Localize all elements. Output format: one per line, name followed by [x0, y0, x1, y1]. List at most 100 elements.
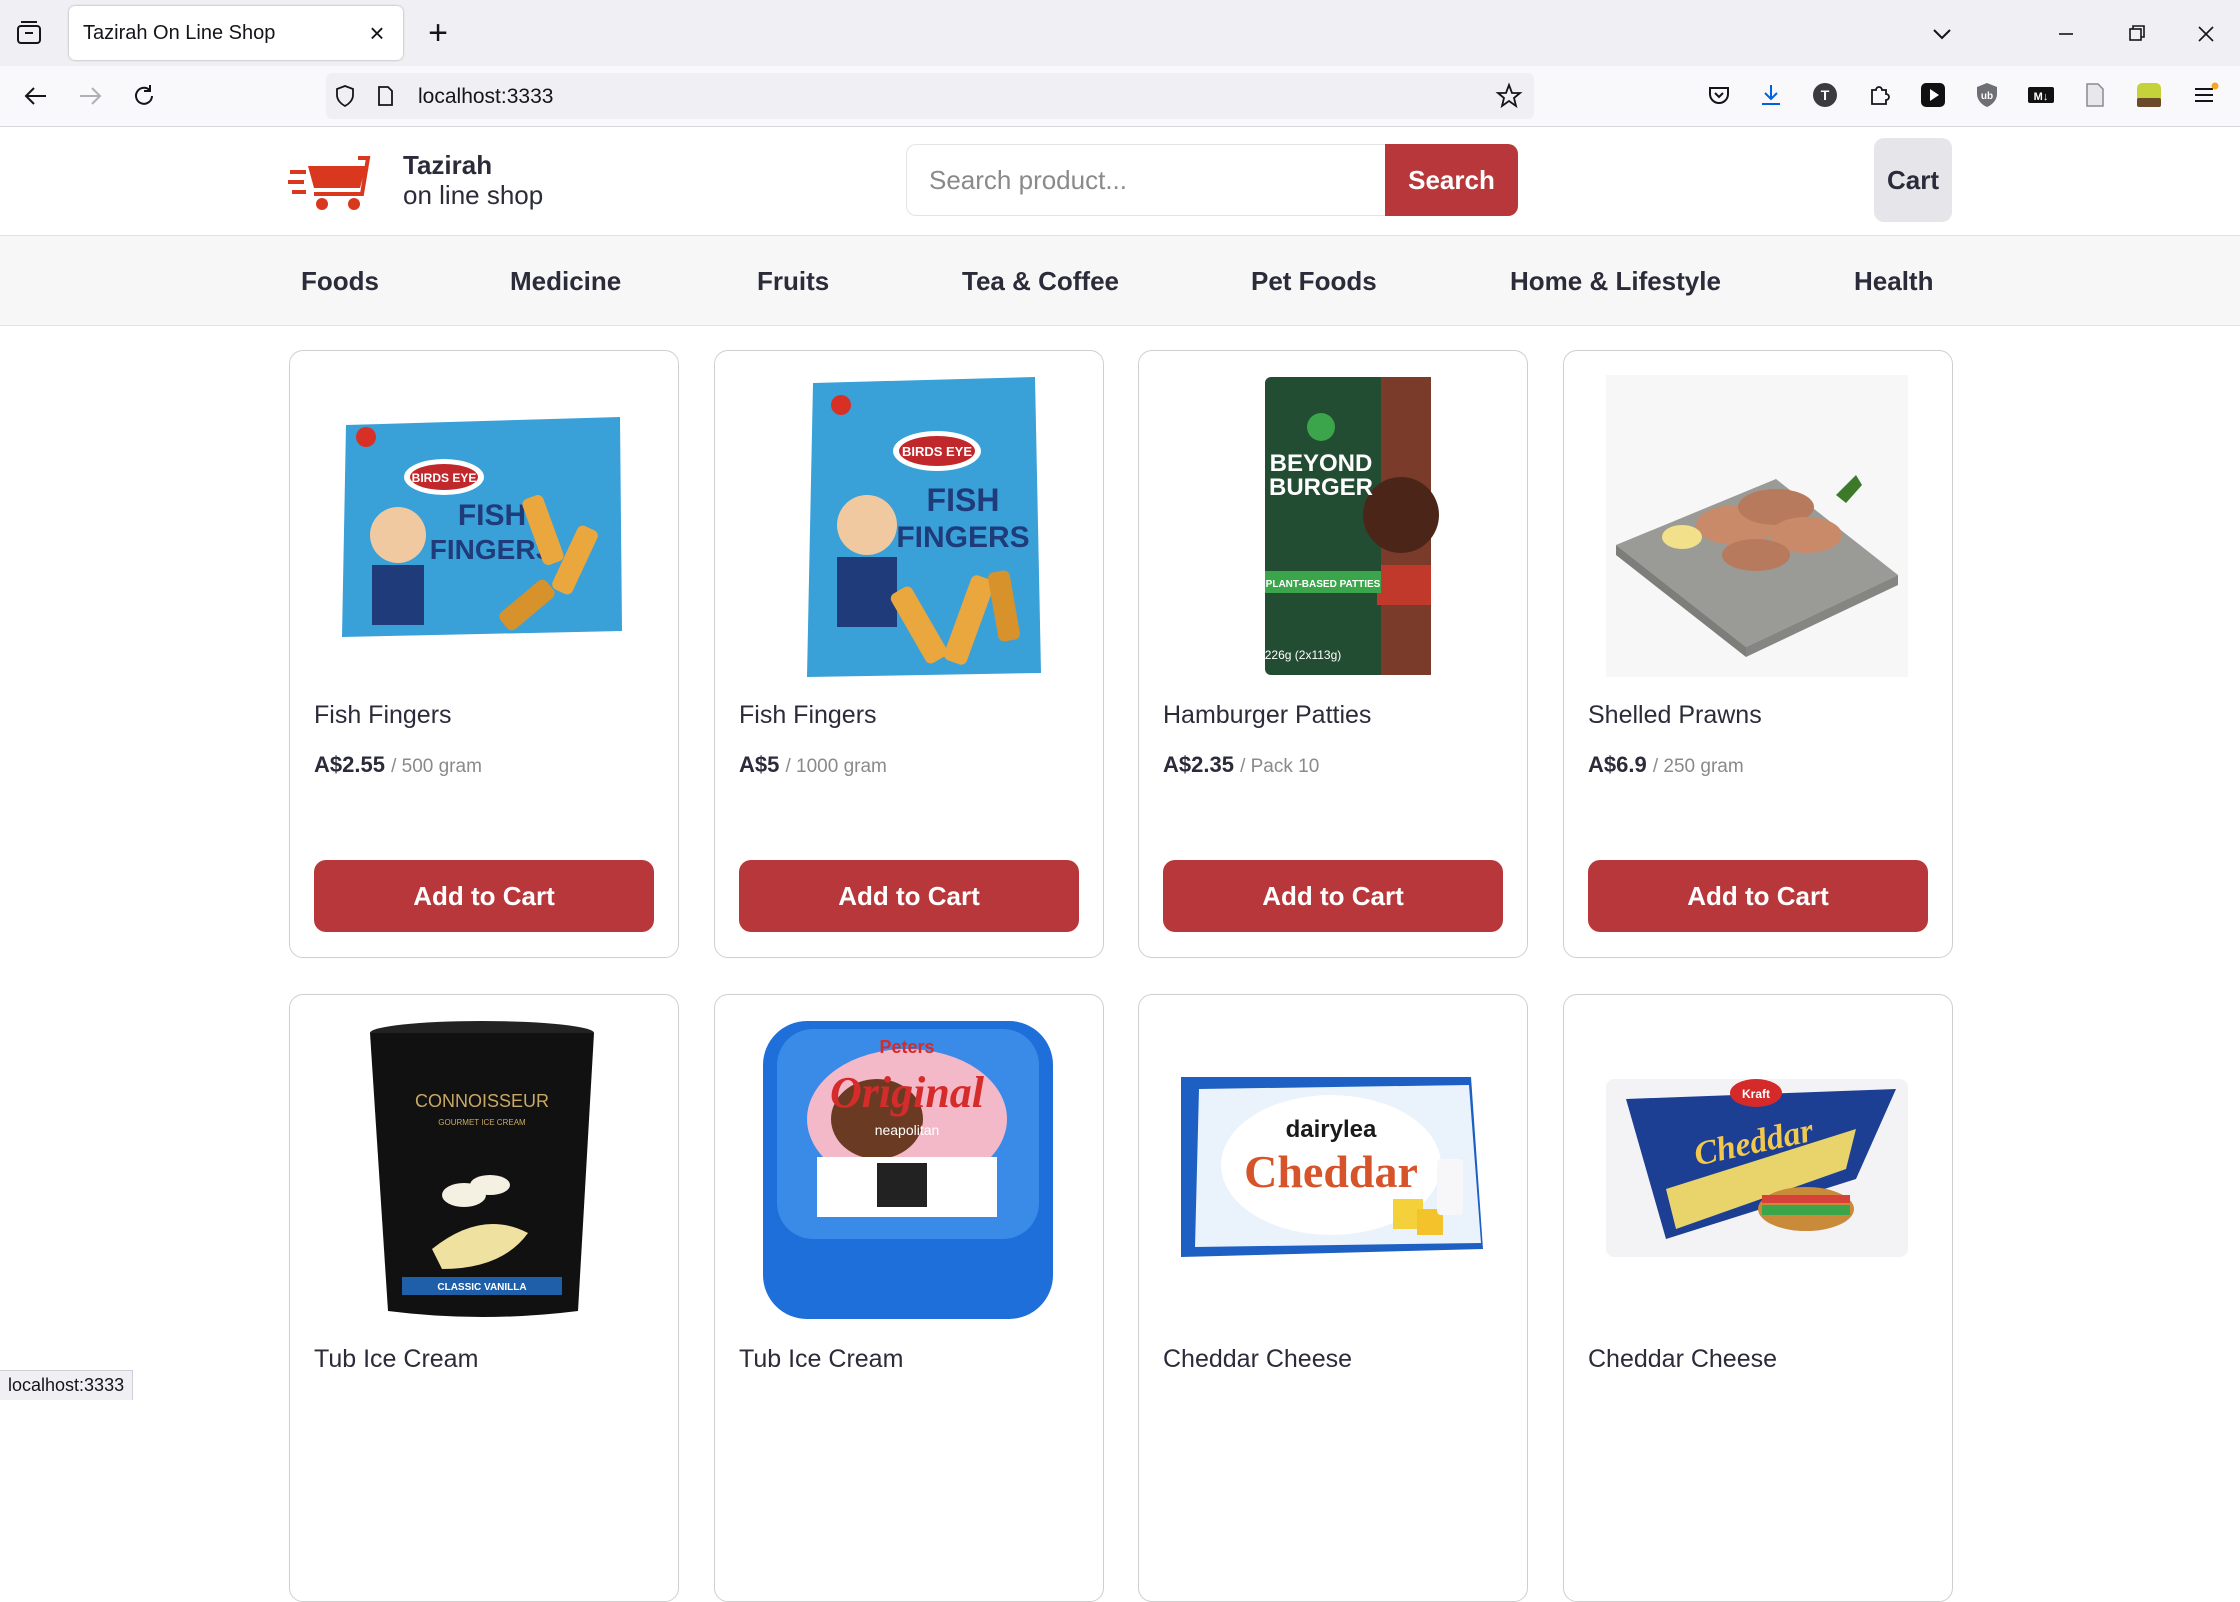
product-price: A$6.9 / 250 gram: [1588, 752, 1744, 778]
product-name[interactable]: Tub Ice Cream: [739, 1345, 903, 1374]
svg-text:Peters: Peters: [879, 1037, 934, 1057]
tab-overflow-chevron-icon[interactable]: [1922, 14, 1962, 54]
category-tea-coffee[interactable]: Tea & Coffee: [962, 266, 1119, 297]
svg-text:neapolitan: neapolitan: [875, 1122, 940, 1138]
category-health[interactable]: Health: [1854, 266, 1933, 297]
category-home-lifestyle[interactable]: Home & Lifestyle: [1510, 266, 1721, 297]
price-value: A$2.55: [314, 752, 385, 777]
svg-text:M↓: M↓: [2034, 91, 2049, 103]
product-card: BIRDS EYE FISH FINGERS Fish Fingers A$2.…: [289, 350, 679, 958]
browser-nav-bar: localhost:3333 T ub M↓: [0, 66, 2240, 127]
ublock-icon[interactable]: ub: [1972, 80, 2002, 110]
web-page: Tazirah on line shop Search Cart Foods M…: [0, 128, 2240, 1602]
price-unit: / 500 gram: [391, 756, 482, 777]
product-price: A$2.55 / 500 gram: [314, 752, 482, 778]
svg-text:FINGERS: FINGERS: [896, 521, 1029, 554]
shield-icon[interactable]: [332, 83, 358, 109]
brand-tagline: on line shop: [403, 180, 544, 210]
url-bar[interactable]: localhost:3333: [326, 73, 1534, 119]
svg-text:ub: ub: [1981, 91, 1993, 102]
restore-icon[interactable]: [2116, 14, 2156, 54]
price-unit: / 1000 gram: [785, 756, 887, 777]
add-to-cart-button[interactable]: Add to Cart: [1163, 860, 1503, 932]
add-to-cart-button[interactable]: Add to Cart: [1588, 860, 1928, 932]
reader-icon[interactable]: [2080, 80, 2110, 110]
reload-icon[interactable]: [124, 76, 164, 116]
svg-text:Kraft: Kraft: [1742, 1087, 1770, 1101]
ice-cream-tub-black-icon[interactable]: CONNOISSEUR GOURMET ICE CREAM CLASSIC VA…: [332, 1019, 634, 1321]
active-tab[interactable]: Tazirah On Line Shop ×: [69, 6, 403, 60]
price-unit: / Pack 10: [1240, 756, 1320, 777]
shopping-cart-logo-icon[interactable]: [288, 152, 380, 214]
svg-text:226g (2x113g): 226g (2x113g): [1265, 648, 1342, 662]
svg-text:dairylea: dairylea: [1286, 1116, 1377, 1143]
play-extension-icon[interactable]: [1918, 80, 1948, 110]
category-fruits[interactable]: Fruits: [757, 266, 829, 297]
bookmark-star-icon[interactable]: [1494, 81, 1524, 111]
search-button[interactable]: Search: [1385, 144, 1518, 216]
profile-avatar-icon[interactable]: [2134, 80, 2164, 110]
svg-text:GOURMET ICE CREAM: GOURMET ICE CREAM: [438, 1118, 526, 1127]
site-header: Tazirah on line shop Search Cart: [0, 128, 2240, 236]
svg-text:BEYOND: BEYOND: [1270, 450, 1373, 477]
svg-text:FISH: FISH: [458, 499, 526, 532]
markdown-icon[interactable]: M↓: [2026, 80, 2056, 110]
svg-text:Original: Original: [830, 1068, 985, 1117]
url-text: localhost:3333: [418, 85, 554, 108]
product-price: A$2.35 / Pack 10: [1163, 752, 1319, 778]
svg-text:T: T: [1821, 87, 1830, 103]
svg-text:BIRDS EYE: BIRDS EYE: [902, 444, 972, 459]
category-nav: Foods Medicine Fruits Tea & Coffee Pet F…: [0, 236, 2240, 326]
price-value: A$5: [739, 752, 780, 777]
forward-icon[interactable]: [70, 76, 110, 116]
product-card: BEYOND BURGER PLANT-BASED PATTIES 226g (…: [1138, 350, 1528, 958]
minimize-icon[interactable]: [2046, 14, 2086, 54]
downloads-icon[interactable]: [1756, 80, 1786, 110]
burger-patties-pack-icon[interactable]: BEYOND BURGER PLANT-BASED PATTIES 226g (…: [1181, 375, 1483, 677]
extensions-puzzle-icon[interactable]: [1864, 80, 1894, 110]
extension-t-icon[interactable]: T: [1810, 80, 1840, 110]
app-menu-icon[interactable]: [2190, 80, 2220, 110]
brand-name: Tazirah: [403, 150, 493, 180]
browser-tab-bar: Tazirah On Line Shop × +: [0, 0, 2240, 66]
product-card: dairylea Cheddar Cheddar Cheese: [1138, 994, 1528, 1602]
category-foods[interactable]: Foods: [301, 266, 379, 297]
product-name[interactable]: Cheddar Cheese: [1588, 1345, 1777, 1374]
tab-close-icon[interactable]: ×: [363, 19, 391, 47]
product-card: Shelled Prawns A$6.9 / 250 gram Add to C…: [1563, 350, 1953, 958]
product-name[interactable]: Fish Fingers: [739, 701, 877, 730]
cheddar-slices-icon[interactable]: Kraft Cheddar: [1606, 1019, 1908, 1321]
close-window-icon[interactable]: [2186, 14, 2226, 54]
add-to-cart-button[interactable]: Add to Cart: [314, 860, 654, 932]
category-medicine[interactable]: Medicine: [510, 266, 621, 297]
svg-text:BIRDS EYE: BIRDS EYE: [412, 471, 477, 485]
ice-cream-tub-blue-icon[interactable]: Peters Original neapolitan: [757, 1019, 1059, 1321]
fish-fingers-large-box-icon[interactable]: BIRDS EYE FISH FINGERS: [757, 375, 1059, 677]
product-card: Peters Original neapolitan Tub Ice Cream: [714, 994, 1104, 1602]
svg-text:FISH: FISH: [927, 482, 1000, 518]
prawns-plate-icon[interactable]: [1606, 375, 1908, 677]
product-name[interactable]: Fish Fingers: [314, 701, 452, 730]
pocket-icon[interactable]: [1704, 80, 1734, 110]
back-icon[interactable]: [16, 76, 56, 116]
product-card: Kraft Cheddar Cheddar Cheese: [1563, 994, 1953, 1602]
category-pet-foods[interactable]: Pet Foods: [1251, 266, 1377, 297]
product-name[interactable]: Cheddar Cheese: [1163, 1345, 1352, 1374]
search-input[interactable]: [906, 144, 1386, 216]
tab-list-icon[interactable]: [14, 18, 44, 48]
svg-text:PLANT-BASED PATTIES: PLANT-BASED PATTIES: [1266, 579, 1381, 590]
fish-fingers-box-icon[interactable]: BIRDS EYE FISH FINGERS: [332, 375, 634, 677]
page-icon[interactable]: [372, 83, 398, 109]
cheddar-block-icon[interactable]: dairylea Cheddar: [1181, 1019, 1483, 1321]
product-name[interactable]: Hamburger Patties: [1163, 701, 1371, 730]
tab-title: Tazirah On Line Shop: [83, 22, 276, 44]
product-name[interactable]: Shelled Prawns: [1588, 701, 1762, 730]
product-price: A$5 / 1000 gram: [739, 752, 887, 778]
svg-text:Cheddar: Cheddar: [1244, 1146, 1418, 1197]
price-unit: / 250 gram: [1652, 756, 1744, 777]
product-card: BIRDS EYE FISH FINGERS Fish Fingers A$5 …: [714, 350, 1104, 958]
new-tab-icon[interactable]: +: [420, 15, 456, 51]
product-name[interactable]: Tub Ice Cream: [314, 1345, 478, 1374]
cart-button[interactable]: Cart: [1874, 138, 1952, 222]
add-to-cart-button[interactable]: Add to Cart: [739, 860, 1079, 932]
